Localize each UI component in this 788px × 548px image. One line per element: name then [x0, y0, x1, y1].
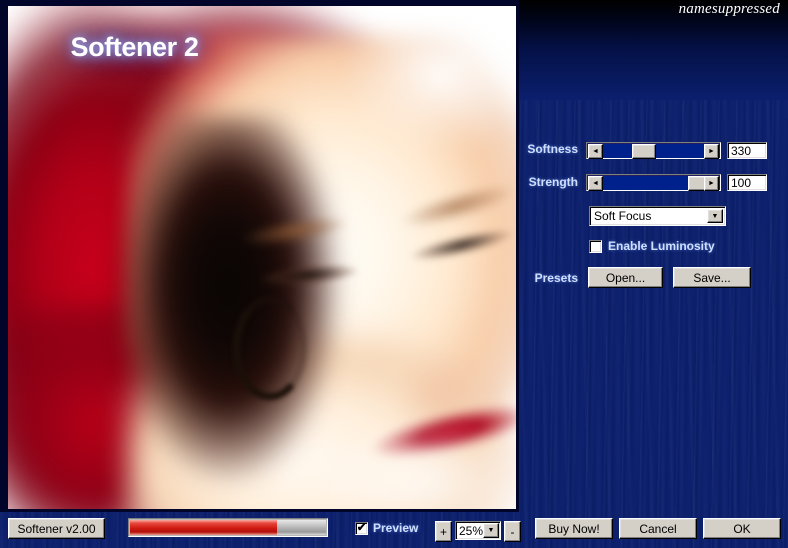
zoom-level-select[interactable]: 25% ▼ — [455, 521, 501, 540]
presets-save-button[interactable]: Save... — [673, 267, 751, 288]
preview-label: Preview — [373, 521, 419, 535]
ok-button[interactable]: OK — [703, 518, 781, 539]
softener-plugin-window: namesuppressed Softener 2 Softness ◄ ► 3… — [0, 0, 788, 548]
photo-glow-top — [298, 6, 516, 196]
control-panel — [519, 0, 788, 512]
effect-select-value: Soft Focus — [594, 209, 652, 223]
zoom-level-value: 25% — [459, 523, 484, 538]
zoom-in-button[interactable]: + — [435, 521, 452, 542]
softness-slider-thumb[interactable] — [632, 144, 656, 159]
progress-bar-track — [277, 520, 326, 535]
preview-pane — [0, 0, 519, 512]
photo-hoop-earring — [233, 296, 307, 400]
photo-glow-bottom — [258, 406, 516, 509]
strength-decrease-arrow-icon[interactable]: ◄ — [588, 176, 603, 191]
enable-luminosity-label: Enable Luminosity — [608, 239, 715, 253]
softness-slider[interactable]: ◄ ► — [586, 142, 721, 159]
progress-bar — [128, 518, 328, 537]
softness-decrease-arrow-icon[interactable]: ◄ — [588, 144, 603, 159]
progress-bar-fill — [130, 520, 277, 535]
brand-logo: namesuppressed — [678, 1, 780, 17]
softness-label: Softness — [527, 142, 578, 156]
enable-luminosity-checkbox[interactable] — [589, 240, 602, 253]
zoom-out-button[interactable]: - — [504, 521, 521, 542]
preview-checkbox[interactable]: ✔ — [355, 522, 368, 535]
version-button[interactable]: Softener v2.00 — [8, 518, 105, 539]
strength-increase-arrow-icon[interactable]: ► — [704, 176, 719, 191]
preview-image[interactable] — [8, 6, 516, 509]
zoom-chevron-down-icon[interactable]: ▼ — [483, 523, 499, 538]
strength-value-input[interactable]: 100 — [727, 174, 767, 191]
effect-select[interactable]: Soft Focus ▼ — [589, 206, 726, 226]
presets-open-button[interactable]: Open... — [588, 267, 663, 288]
page-title: Softener 2 — [70, 32, 199, 62]
buy-now-button[interactable]: Buy Now! — [535, 518, 613, 539]
strength-label: Strength — [528, 175, 578, 189]
cancel-button[interactable]: Cancel — [619, 518, 697, 539]
softness-value-input[interactable]: 330 — [727, 142, 767, 159]
softness-increase-arrow-icon[interactable]: ► — [704, 144, 719, 159]
strength-slider[interactable]: ◄ ► — [586, 174, 721, 191]
chevron-down-icon[interactable]: ▼ — [707, 209, 723, 223]
presets-label: Presets — [534, 271, 578, 285]
